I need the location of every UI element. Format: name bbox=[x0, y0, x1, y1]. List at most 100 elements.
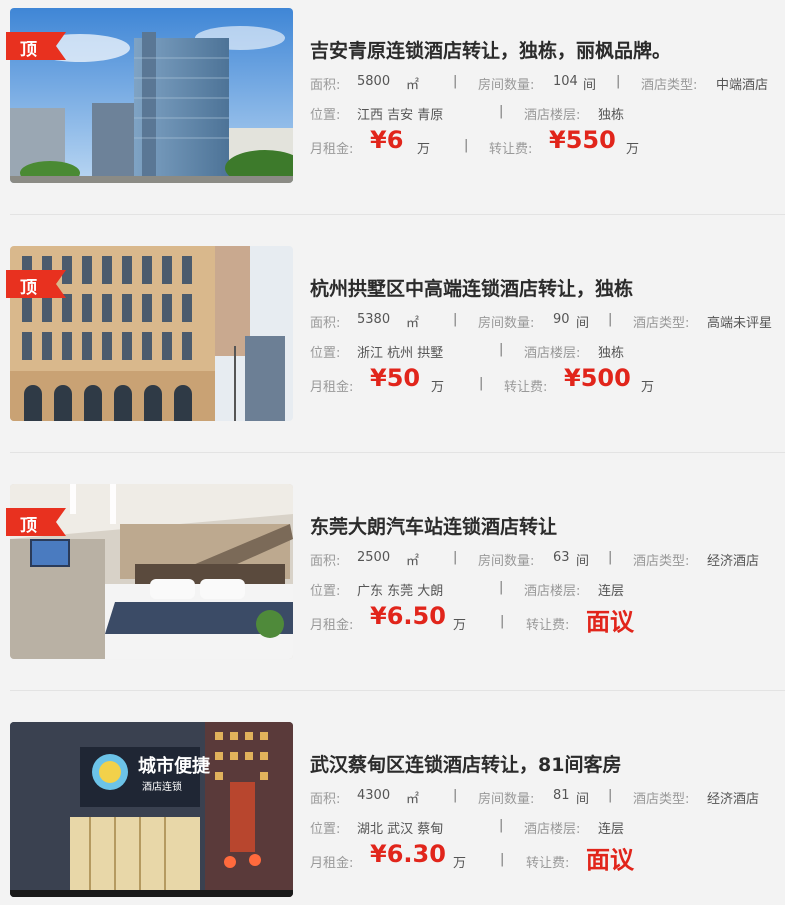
separator: | bbox=[453, 550, 458, 565]
separator: | bbox=[453, 312, 458, 327]
type-label: 酒店类型: bbox=[633, 792, 690, 807]
rooms-label: 房间数量: bbox=[478, 792, 535, 807]
location-label: 位置: bbox=[310, 584, 341, 599]
area-label: 面积: bbox=[310, 78, 341, 93]
divider bbox=[10, 214, 785, 215]
rooms-value: 104 bbox=[553, 74, 578, 89]
top-badge-label: 顶 bbox=[20, 40, 37, 60]
listing-title[interactable]: 东莞大朗汽车站连锁酒店转让 bbox=[310, 512, 557, 539]
location-value: 浙江 杭州 拱墅 bbox=[357, 346, 444, 361]
fee-label: 转让费: bbox=[489, 142, 533, 157]
listing-list: 顶 吉安青原连锁酒店转让，独栋，丽枫品牌。 面积: 5800 ㎡ | 房间数量:… bbox=[0, 0, 785, 905]
top-badge-label: 顶 bbox=[20, 516, 37, 536]
floors-label: 酒店楼层: bbox=[524, 346, 581, 361]
floors-value: 连层 bbox=[598, 822, 625, 837]
rooms-value: 90 bbox=[553, 312, 570, 327]
type-value: 经济酒店 bbox=[707, 554, 760, 569]
rent-value: ¥6 bbox=[370, 126, 404, 154]
separator: | bbox=[608, 550, 613, 565]
top-badge: 顶 bbox=[6, 270, 66, 298]
separator: | bbox=[499, 104, 504, 119]
separator: | bbox=[500, 852, 505, 867]
area-unit: ㎡ bbox=[406, 554, 420, 569]
area-value: 4300 bbox=[357, 788, 391, 803]
location-value: 江西 吉安 青原 bbox=[357, 108, 444, 123]
separator: | bbox=[499, 342, 504, 357]
rooms-label: 房间数量: bbox=[478, 554, 535, 569]
top-badge: 顶 bbox=[6, 32, 66, 60]
area-label: 面积: bbox=[310, 316, 341, 331]
separator: | bbox=[500, 614, 505, 629]
fee-label: 转让费: bbox=[526, 618, 570, 633]
type-value: 经济酒店 bbox=[707, 792, 760, 807]
listing-card[interactable]: 顶 吉安青原连锁酒店转让，独栋，丽枫品牌。 面积: 5800 ㎡ | 房间数量:… bbox=[0, 8, 785, 184]
type-value: 高端未评星 bbox=[707, 316, 773, 331]
location-label: 位置: bbox=[310, 822, 341, 837]
area-value: 2500 bbox=[357, 550, 391, 565]
area-label: 面积: bbox=[310, 792, 341, 807]
rent-label: 月租金: bbox=[310, 380, 354, 395]
fee-label: 转让费: bbox=[526, 856, 570, 871]
type-label: 酒店类型: bbox=[633, 316, 690, 331]
fee-value: 面议 bbox=[586, 846, 634, 874]
type-value: 中端酒店 bbox=[716, 78, 769, 93]
area-unit: ㎡ bbox=[406, 792, 420, 807]
divider bbox=[10, 452, 785, 453]
separator: | bbox=[499, 818, 504, 833]
rooms-label: 房间数量: bbox=[478, 316, 535, 331]
location-value: 湖北 武汉 蔡甸 bbox=[357, 822, 444, 837]
rent-unit: 万 bbox=[453, 856, 467, 871]
rooms-value: 63 bbox=[553, 550, 570, 565]
hotel-photo[interactable]: 城市便捷 酒店连锁 bbox=[10, 722, 293, 897]
floors-value: 独栋 bbox=[598, 108, 625, 123]
listing-title[interactable]: 杭州拱墅区中高端连锁酒店转让，独栋 bbox=[310, 274, 633, 301]
rooms-unit: 间 bbox=[576, 792, 590, 807]
listing-card[interactable]: 顶 东莞大朗汽车站连锁酒店转让 面积: 2500 ㎡ | 房间数量: 63 间 … bbox=[0, 484, 785, 660]
rent-value: ¥6.50 bbox=[370, 602, 446, 630]
floors-value: 连层 bbox=[598, 584, 625, 599]
floors-value: 独栋 bbox=[598, 346, 625, 361]
type-label: 酒店类型: bbox=[633, 554, 690, 569]
rent-label: 月租金: bbox=[310, 142, 354, 157]
location-value: 广东 东莞 大朗 bbox=[357, 584, 444, 599]
area-unit: ㎡ bbox=[406, 78, 420, 93]
separator: | bbox=[499, 580, 504, 595]
separator: | bbox=[608, 312, 613, 327]
rent-value: ¥6.30 bbox=[370, 840, 446, 868]
divider bbox=[10, 690, 785, 691]
separator: | bbox=[453, 74, 458, 89]
listing-card[interactable]: 顶 杭州拱墅区中高端连锁酒店转让，独栋 面积: 5380 ㎡ | 房间数量: 9… bbox=[0, 246, 785, 422]
area-unit: ㎡ bbox=[406, 316, 420, 331]
rent-unit: 万 bbox=[431, 380, 445, 395]
rooms-label: 房间数量: bbox=[478, 78, 535, 93]
rooms-unit: 间 bbox=[583, 78, 597, 93]
floors-label: 酒店楼层: bbox=[524, 108, 581, 123]
sign-sub: 酒店连锁 bbox=[142, 780, 182, 793]
rent-value: ¥50 bbox=[370, 364, 421, 392]
rent-label: 月租金: bbox=[310, 618, 354, 633]
fee-unit: 万 bbox=[641, 380, 655, 395]
rooms-unit: 间 bbox=[576, 316, 590, 331]
rent-unit: 万 bbox=[453, 618, 467, 633]
location-label: 位置: bbox=[310, 346, 341, 361]
rent-label: 月租金: bbox=[310, 856, 354, 871]
listing-title[interactable]: 武汉蔡甸区连锁酒店转让，81间客房 bbox=[310, 750, 621, 777]
fee-value: ¥550 bbox=[549, 126, 616, 154]
location-label: 位置: bbox=[310, 108, 341, 123]
separator: | bbox=[453, 788, 458, 803]
sign-brand: 城市便捷 bbox=[138, 755, 211, 777]
area-label: 面积: bbox=[310, 554, 341, 569]
area-value: 5380 bbox=[357, 312, 391, 327]
fee-label: 转让费: bbox=[504, 380, 548, 395]
fee-value: 面议 bbox=[586, 608, 634, 636]
hotel-photo-image: 城市便捷 酒店连锁 bbox=[10, 722, 293, 897]
listing-title[interactable]: 吉安青原连锁酒店转让，独栋，丽枫品牌。 bbox=[310, 36, 671, 63]
rent-unit: 万 bbox=[417, 142, 431, 157]
top-badge: 顶 bbox=[6, 508, 66, 536]
separator: | bbox=[464, 138, 469, 153]
top-badge-label: 顶 bbox=[20, 278, 37, 298]
separator: | bbox=[616, 74, 621, 89]
listing-card[interactable]: 城市便捷 酒店连锁 武汉蔡甸区连锁酒店转让，81间客房 面积: 4300 ㎡ |… bbox=[0, 722, 785, 898]
rooms-unit: 间 bbox=[576, 554, 590, 569]
rooms-value: 81 bbox=[553, 788, 570, 803]
